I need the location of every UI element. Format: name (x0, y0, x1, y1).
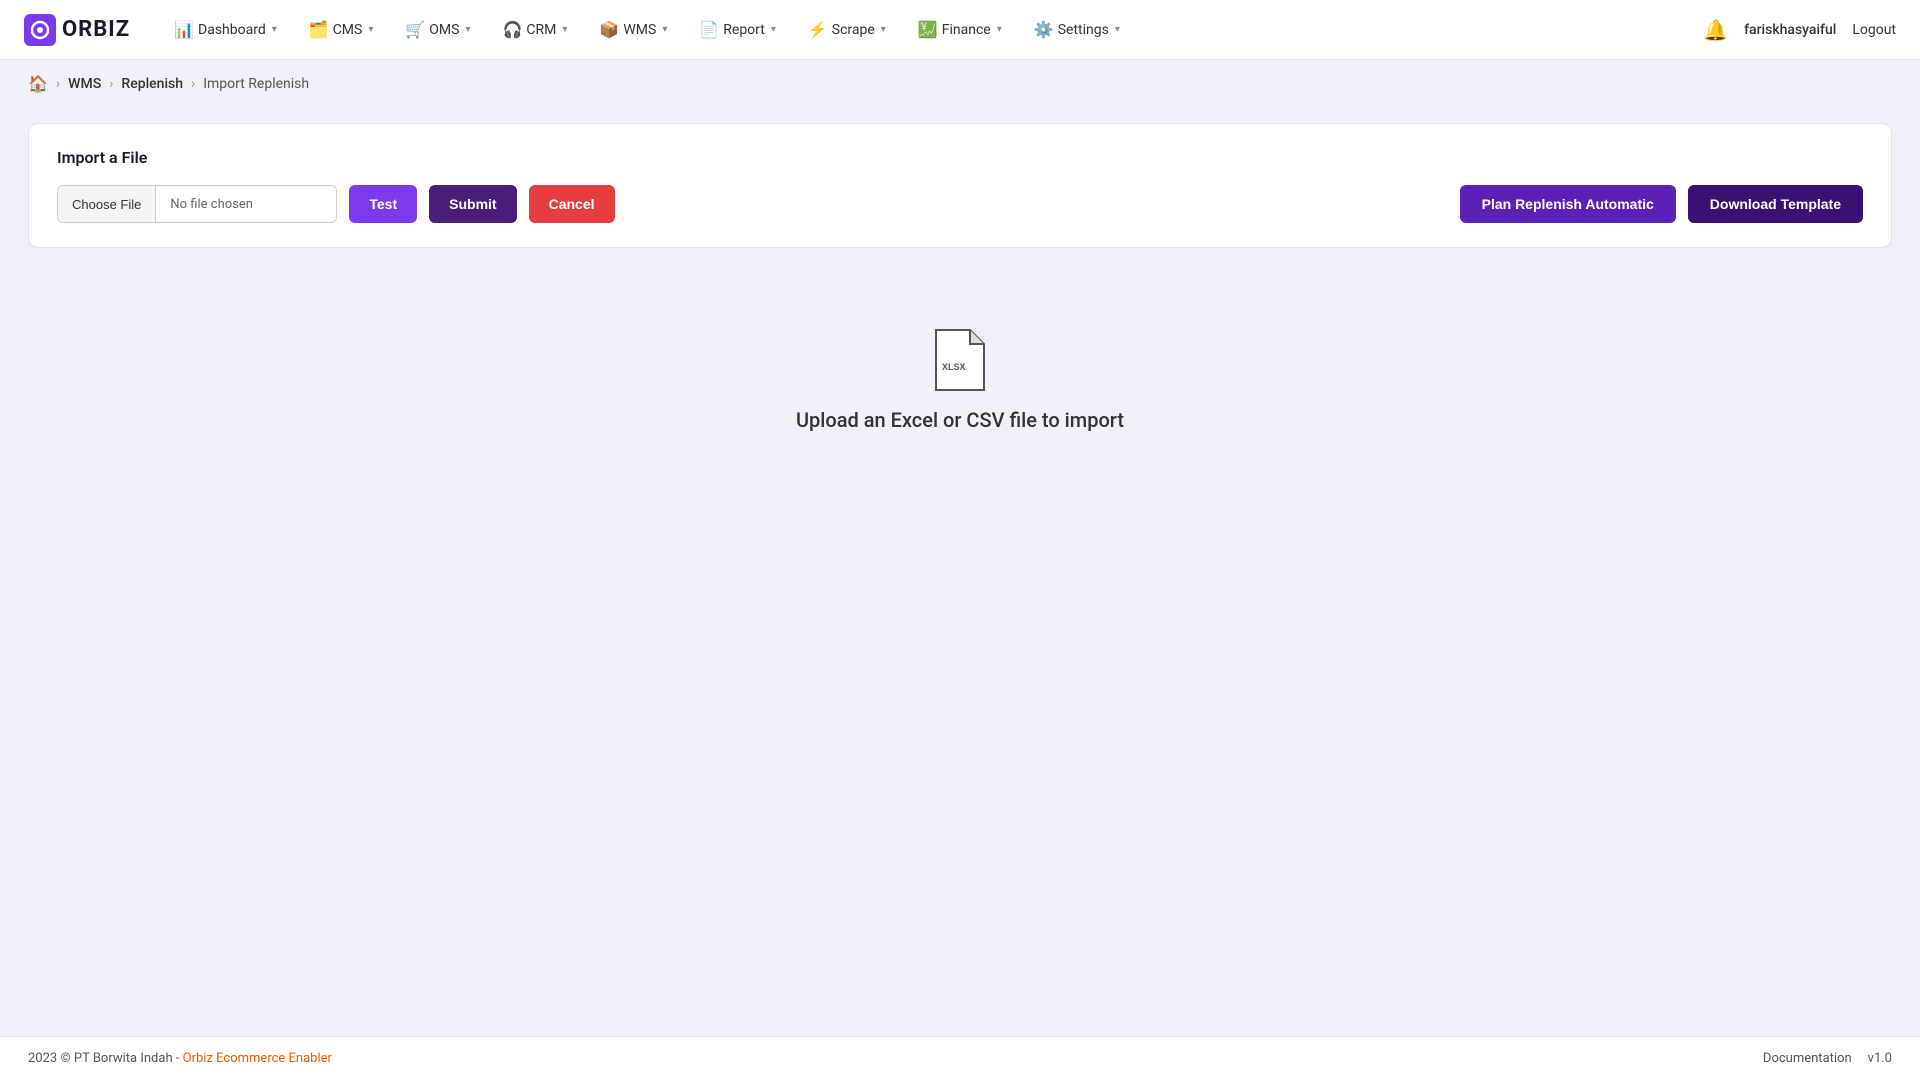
breadcrumb-sep: › (56, 76, 60, 92)
nav-item-finance[interactable]: 💹 Finance ▾ (906, 14, 1014, 45)
nav-right: 🔔 fariskhasyaiful Logout (1703, 18, 1896, 42)
nav-item-settings[interactable]: ⚙️ Settings ▾ (1022, 14, 1132, 45)
import-card-title: Import a File (57, 148, 1863, 167)
main-content: Import a File Choose File No file chosen… (0, 107, 1920, 1036)
footer-copyright: 2023 © PT Borwita Indah - (28, 1051, 183, 1066)
breadcrumb-sep-3: › (191, 76, 195, 92)
cancel-button[interactable]: Cancel (529, 185, 615, 223)
nav-label-wms: WMS (623, 22, 656, 38)
logo-icon (24, 14, 56, 46)
footer-version: v1.0 (1868, 1051, 1892, 1066)
nav-label-dashboard: Dashboard (198, 22, 266, 38)
nav-item-crm[interactable]: 🎧 CRM ▾ (491, 14, 580, 45)
nav-item-cms[interactable]: 🗂️ CMS ▾ (297, 14, 386, 45)
breadcrumb-current: Import Replenish (203, 76, 309, 92)
breadcrumb-sep-2: › (109, 76, 113, 92)
nav-item-report[interactable]: 📄 Report ▾ (687, 14, 788, 45)
chevron-down-icon: ▾ (465, 24, 470, 35)
wms-icon: 📦 (599, 20, 619, 39)
breadcrumb: 🏠 › WMS › Replenish › Import Replenish (0, 60, 1920, 107)
upload-area: XLSX Upload an Excel or CSV file to impo… (28, 248, 1892, 492)
logo-text: ORBIZ (62, 17, 130, 42)
breadcrumb-wms[interactable]: WMS (68, 76, 101, 92)
footer-left: 2023 © PT Borwita Indah - Orbiz Ecommerc… (28, 1051, 332, 1066)
chevron-down-icon: ▾ (1115, 24, 1120, 35)
nav-item-dashboard[interactable]: 📊 Dashboard ▾ (162, 14, 289, 45)
nav-logout[interactable]: Logout (1852, 22, 1896, 38)
xlsx-icon: XLSX (932, 328, 988, 392)
chevron-down-icon: ▾ (662, 24, 667, 35)
logo[interactable]: ORBIZ (24, 14, 130, 46)
footer-right: Documentation v1.0 (1763, 1051, 1892, 1066)
finance-icon: 💹 (918, 20, 938, 39)
svg-text:XLSX: XLSX (942, 362, 966, 372)
file-input-wrapper: Choose File No file chosen (57, 185, 337, 223)
scrape-icon: ⚡ (808, 20, 828, 39)
nav-item-oms[interactable]: 🛒 OMS ▾ (393, 14, 482, 45)
dashboard-icon: 📊 (174, 20, 194, 39)
test-button[interactable]: Test (349, 185, 417, 223)
footer: 2023 © PT Borwita Indah - Orbiz Ecommerc… (0, 1036, 1920, 1080)
oms-icon: 🛒 (405, 20, 425, 39)
file-name-display: No file chosen (156, 186, 336, 222)
breadcrumb-replenish[interactable]: Replenish (121, 76, 183, 92)
nav-username[interactable]: fariskhasyaiful (1744, 22, 1836, 38)
chevron-down-icon: ▾ (562, 24, 567, 35)
nav-label-report: Report (723, 22, 765, 38)
chevron-down-icon: ▾ (881, 24, 886, 35)
submit-button[interactable]: Submit (429, 185, 516, 223)
plan-replenish-button[interactable]: Plan Replenish Automatic (1460, 185, 1676, 223)
import-card: Import a File Choose File No file chosen… (28, 123, 1892, 248)
nav-label-cms: CMS (333, 22, 363, 38)
nav-label-oms: OMS (429, 22, 459, 38)
nav-item-scrape[interactable]: ⚡ Scrape ▾ (796, 14, 898, 45)
download-template-button[interactable]: Download Template (1688, 185, 1863, 223)
nav-label-scrape: Scrape (832, 22, 875, 38)
home-icon[interactable]: 🏠 (28, 74, 48, 93)
footer-documentation[interactable]: Documentation (1763, 1051, 1852, 1066)
nav-item-wms[interactable]: 📦 WMS ▾ (587, 14, 679, 45)
nav-label-settings: Settings (1058, 22, 1109, 38)
bell-icon[interactable]: 🔔 (1703, 18, 1728, 42)
chevron-down-icon: ▾ (368, 24, 373, 35)
upload-instruction-text: Upload an Excel or CSV file to import (796, 408, 1124, 432)
nav-label-crm: CRM (526, 22, 556, 38)
chevron-down-icon: ▾ (997, 24, 1002, 35)
chevron-down-icon: ▾ (771, 24, 776, 35)
footer-link[interactable]: Orbiz Ecommerce Enabler (183, 1051, 332, 1066)
crm-icon: 🎧 (503, 20, 523, 39)
navbar: ORBIZ 📊 Dashboard ▾ 🗂️ CMS ▾ 🛒 OMS ▾ 🎧 C… (0, 0, 1920, 60)
import-controls: Choose File No file chosen Test Submit C… (57, 185, 1863, 223)
chevron-down-icon: ▾ (272, 24, 277, 35)
nav-label-finance: Finance (942, 22, 991, 38)
settings-icon: ⚙️ (1034, 20, 1054, 39)
cms-icon: 🗂️ (309, 20, 329, 39)
report-icon: 📄 (699, 20, 719, 39)
choose-file-button[interactable]: Choose File (58, 186, 156, 222)
